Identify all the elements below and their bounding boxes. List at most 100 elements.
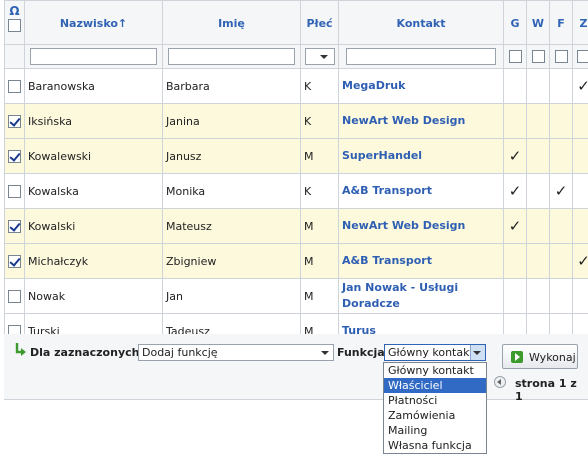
flag-g-cell: ✓ bbox=[503, 208, 527, 244]
execute-button[interactable]: Wykonaj bbox=[502, 344, 578, 369]
table-row[interactable]: Nowak Jan M Jan Nowak - Usługi Doradcze bbox=[4, 278, 588, 314]
flag-z-cell bbox=[572, 208, 588, 244]
column-header-w[interactable]: W bbox=[526, 0, 550, 45]
z-filter-checkbox[interactable] bbox=[577, 50, 588, 64]
filter-cell-contact bbox=[338, 44, 504, 69]
flag-w-cell bbox=[526, 208, 550, 244]
previous-page-icon[interactable] bbox=[494, 376, 506, 388]
column-header-firstname[interactable]: Imię bbox=[162, 0, 301, 45]
table-row[interactable]: Iksińska Janina K NewArt Web Design bbox=[4, 103, 588, 139]
flag-z-cell bbox=[572, 278, 588, 314]
company-link[interactable]: MegaDruk bbox=[342, 79, 405, 92]
flag-f-cell bbox=[549, 243, 573, 279]
table-row[interactable]: MichałczykZbigniewMA&B Transport ✓ bbox=[4, 243, 588, 279]
row-checkbox[interactable] bbox=[8, 149, 21, 163]
row-checkbox[interactable] bbox=[8, 219, 21, 233]
dropdown-option[interactable]: Mailing bbox=[384, 423, 486, 438]
flag-w-cell bbox=[526, 243, 550, 279]
row-select-cell bbox=[4, 278, 25, 314]
table-row[interactable]: Kowalska Monika K A&B Transport ✓ ✓ bbox=[4, 173, 588, 209]
surname-cell: Michałczyk bbox=[24, 243, 163, 279]
column-header-f[interactable]: F bbox=[549, 0, 573, 45]
dropdown-option[interactable]: Własna funkcja bbox=[384, 438, 486, 453]
flag-w-cell bbox=[526, 173, 550, 209]
flag-w-cell bbox=[526, 278, 550, 314]
column-header-sex[interactable]: Płeć bbox=[300, 0, 339, 45]
row-select-cell bbox=[4, 173, 25, 209]
select-all-checkbox[interactable] bbox=[8, 18, 21, 32]
flag-f-cell bbox=[549, 103, 573, 139]
table-row[interactable]: Kowalewski Janusz M SuperHandel ✓ bbox=[4, 138, 588, 174]
column-header-z[interactable]: Z bbox=[572, 0, 588, 45]
bulk-arrow-icon bbox=[15, 343, 26, 356]
flag-z-cell: ✓ bbox=[572, 243, 588, 279]
filter-cell-f bbox=[549, 44, 573, 69]
firstname-cell: Monika bbox=[162, 173, 301, 209]
flag-w-cell bbox=[526, 103, 550, 139]
function-select[interactable]: Główny kontakt bbox=[384, 344, 486, 361]
flag-w-cell bbox=[526, 138, 550, 174]
filter-cell-g bbox=[503, 44, 527, 69]
surname-cell: Iksińska bbox=[24, 103, 163, 139]
surname-cell: Baranowska bbox=[24, 68, 163, 104]
surname-cell: Kowalski bbox=[24, 208, 163, 244]
row-checkbox[interactable] bbox=[8, 79, 21, 93]
sex-filter-select[interactable] bbox=[304, 48, 335, 65]
company-link[interactable]: NewArt Web Design bbox=[342, 219, 465, 232]
row-checkbox[interactable] bbox=[8, 184, 21, 198]
row-checkbox[interactable] bbox=[8, 254, 21, 268]
row-select-cell bbox=[4, 138, 25, 174]
g-filter-checkbox[interactable] bbox=[508, 50, 522, 64]
surname-cell: Nowak bbox=[24, 278, 163, 314]
dropdown-option[interactable]: Właściciel bbox=[384, 378, 486, 393]
column-header-g[interactable]: G bbox=[503, 0, 527, 45]
dropdown-option[interactable]: Zamówienia bbox=[384, 408, 486, 423]
header-row: Ω Nazwisko↑ Imię Płeć Kontakt G W F Z bbox=[4, 0, 588, 45]
dropdown-option[interactable]: Płatności bbox=[384, 393, 486, 408]
flag-f-cell bbox=[549, 138, 573, 174]
flag-z-cell bbox=[572, 138, 588, 174]
function-label: Funkcja: bbox=[337, 346, 390, 359]
contact-cell: Jan Nowak - Usługi Doradcze bbox=[338, 278, 504, 314]
row-select-cell bbox=[4, 103, 25, 139]
company-link[interactable]: NewArt Web Design bbox=[342, 114, 465, 127]
for-selected-label: Dla zaznaczonych: bbox=[30, 346, 144, 359]
surname-cell: Kowalewski bbox=[24, 138, 163, 174]
company-link[interactable]: A&B Transport bbox=[342, 254, 432, 267]
f-filter-checkbox[interactable] bbox=[554, 50, 568, 64]
contact-cell: MegaDruk bbox=[338, 68, 504, 104]
flag-z-cell: ✓ bbox=[572, 68, 588, 104]
column-header-contact[interactable]: Kontakt bbox=[338, 0, 504, 45]
action-select[interactable]: Dodaj funkcję bbox=[138, 344, 334, 361]
row-checkbox[interactable] bbox=[8, 114, 21, 128]
bulk-action-bar: Dla zaznaczonych: Dodaj funkcję Funkcja:… bbox=[4, 334, 588, 400]
firstname-cell: Mateusz bbox=[162, 208, 301, 244]
table-row[interactable]: Kowalski Mateusz M NewArt Web Design ✓ bbox=[4, 208, 588, 244]
surname-cell: Kowalska bbox=[24, 173, 163, 209]
filter-cell-empty bbox=[4, 44, 25, 69]
firstname-cell: Barbara bbox=[162, 68, 301, 104]
company-link[interactable]: A&B Transport bbox=[342, 184, 432, 197]
columns-menu-icon[interactable]: Ω bbox=[6, 5, 24, 17]
row-checkbox[interactable] bbox=[8, 289, 21, 303]
contact-cell: A&B Transport bbox=[338, 173, 504, 209]
contact-filter-input[interactable] bbox=[345, 48, 497, 65]
table-row[interactable]: BaranowskaBarbaraKMegaDruk ✓ bbox=[4, 68, 588, 104]
select-all-header: Ω bbox=[4, 0, 25, 45]
surname-filter-input[interactable] bbox=[30, 48, 157, 65]
chevron-down-icon[interactable] bbox=[470, 345, 485, 360]
firstname-filter-input[interactable] bbox=[168, 48, 295, 65]
table-body: BaranowskaBarbaraKMegaDruk✓IksińskaJanin… bbox=[4, 68, 588, 349]
column-header-surname[interactable]: Nazwisko↑ bbox=[24, 0, 163, 45]
function-dropdown-list: Główny kontakt Właściciel Płatności Zamówie… bbox=[383, 362, 487, 454]
dropdown-option[interactable]: Główny kontakt bbox=[384, 363, 486, 378]
company-link[interactable]: SuperHandel bbox=[342, 149, 422, 162]
flag-f-cell bbox=[549, 68, 573, 104]
company-link[interactable]: Jan Nowak - Usługi Doradcze bbox=[342, 281, 458, 310]
play-icon bbox=[511, 351, 523, 363]
flag-w-cell bbox=[526, 68, 550, 104]
filter-cell-z bbox=[572, 44, 588, 69]
row-select-cell bbox=[4, 68, 25, 104]
flag-g-cell bbox=[503, 68, 527, 104]
w-filter-checkbox[interactable] bbox=[531, 50, 545, 64]
